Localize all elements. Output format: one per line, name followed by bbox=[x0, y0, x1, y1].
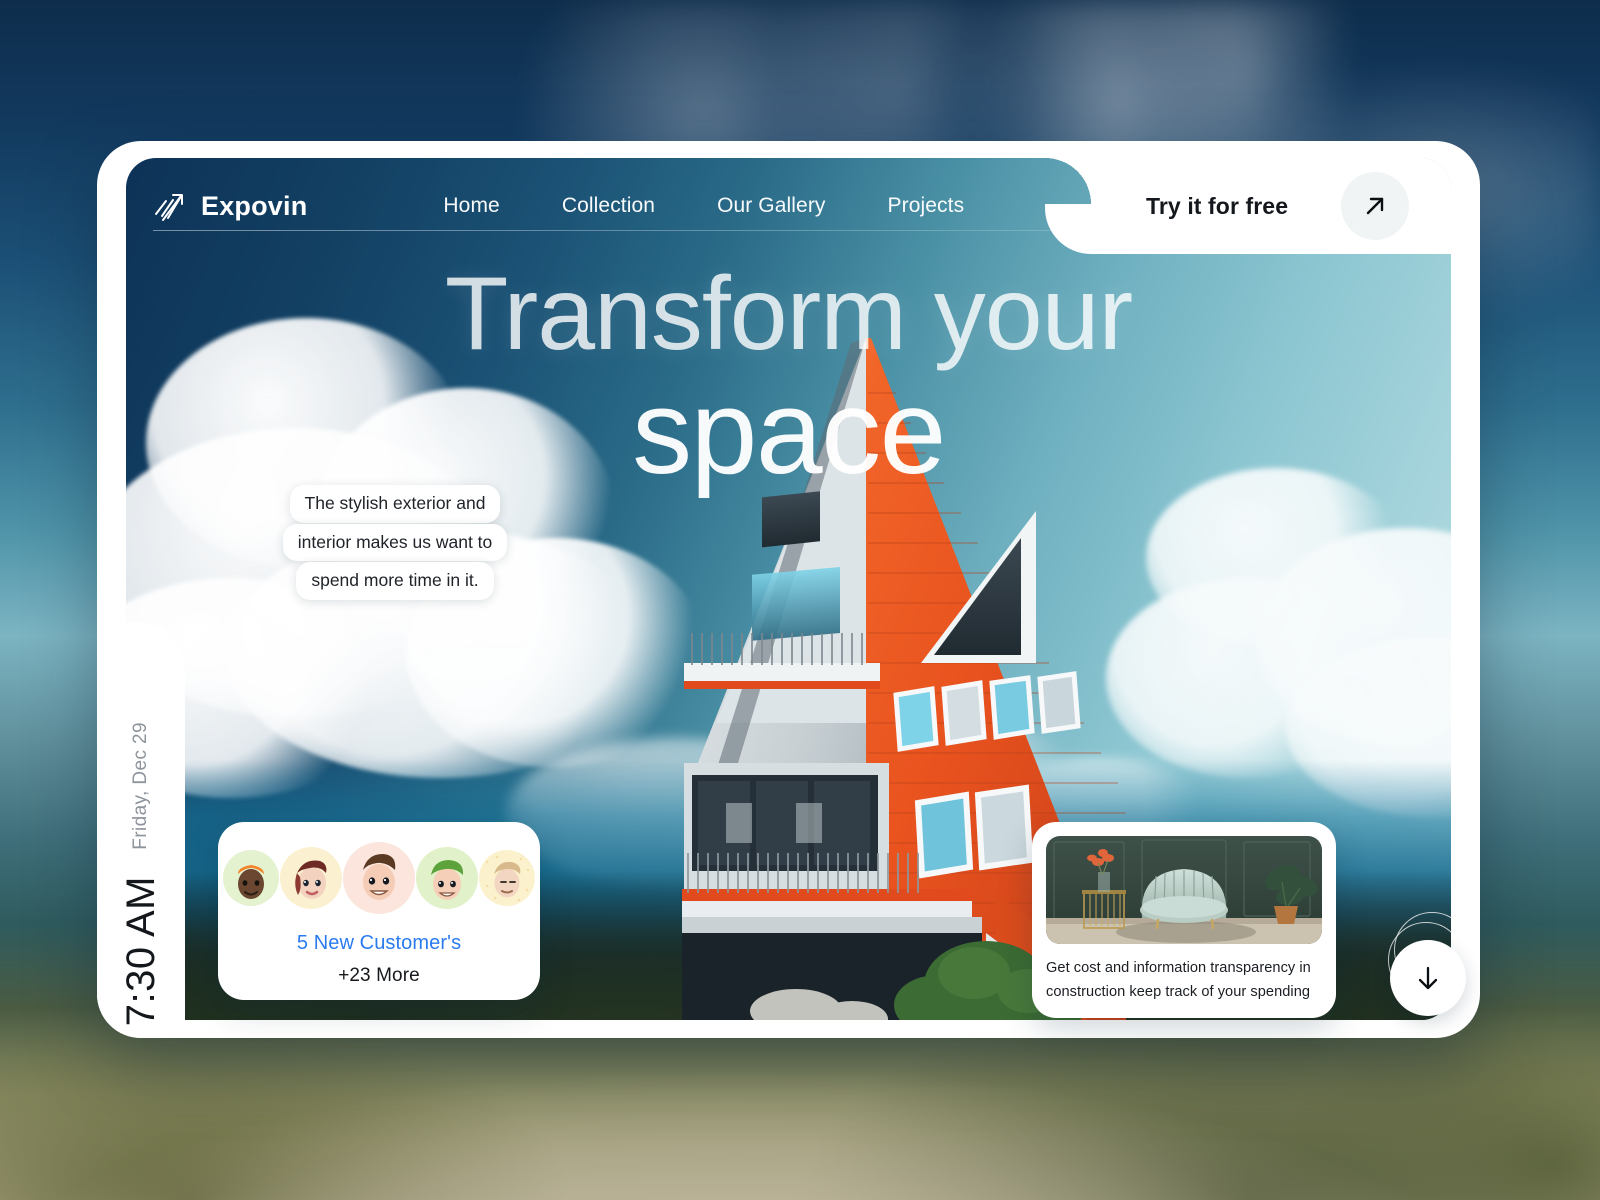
avatar-4[interactable] bbox=[416, 847, 478, 909]
sidebar-date: Friday, Dec 29 bbox=[130, 721, 151, 850]
cost-transparency-card[interactable]: Get cost and information transparency in… bbox=[1032, 822, 1336, 1018]
cta-notch-upper bbox=[1045, 158, 1091, 204]
avatar-2[interactable] bbox=[280, 847, 342, 909]
clock-sidebar: Friday, Dec 29 7:30 AM bbox=[97, 622, 185, 1038]
arrow-down-icon bbox=[1418, 966, 1438, 990]
nav-link-home[interactable]: Home bbox=[443, 194, 499, 218]
sidebar-notch bbox=[185, 622, 231, 668]
cta-notch-lower bbox=[1045, 204, 1091, 254]
brand-name: Expovin bbox=[201, 190, 308, 221]
new-customers-card[interactable]: 5 New Customer's +23 More bbox=[218, 822, 540, 1000]
quote-line-1: The stylish exterior and bbox=[289, 485, 501, 523]
nav-divider bbox=[153, 230, 1425, 231]
testimonial-bubble: The stylish exterior and interior makes … bbox=[250, 485, 540, 601]
interior-armchair-photo bbox=[1046, 836, 1322, 944]
rising-arrow-icon bbox=[153, 190, 187, 222]
try-free-label: Try it for free bbox=[1146, 192, 1289, 219]
sidebar-time: 7:30 AM bbox=[118, 875, 163, 1026]
nav-links: Home Collection Our Gallery Projects bbox=[443, 194, 964, 218]
arrow-up-right-icon bbox=[1366, 197, 1384, 215]
quote-line-3: spend more time in it. bbox=[296, 562, 494, 600]
avatar-3[interactable] bbox=[343, 842, 415, 914]
quote-line-2: interior makes us want to bbox=[282, 523, 508, 562]
nav-link-our-gallery[interactable]: Our Gallery bbox=[717, 194, 825, 218]
nav-link-projects[interactable]: Projects bbox=[888, 194, 965, 218]
avatar-1[interactable] bbox=[223, 850, 279, 906]
top-navigation-bar: Expovin Home Collection Our Gallery Proj… bbox=[126, 158, 1451, 254]
new-customers-more: +23 More bbox=[338, 965, 420, 986]
scroll-down-button[interactable] bbox=[1390, 940, 1466, 1016]
avatar-group bbox=[223, 842, 535, 914]
scroll-down-control bbox=[1382, 912, 1482, 1024]
new-customers-title: 5 New Customer's bbox=[296, 932, 462, 954]
try-free-cta[interactable]: Try it for free bbox=[1091, 158, 1451, 254]
brand-logo[interactable]: Expovin bbox=[153, 190, 307, 222]
cost-transparency-text: Get cost and information transparency in… bbox=[1046, 960, 1311, 1000]
nav-link-collection[interactable]: Collection bbox=[562, 194, 655, 218]
avatar-5[interactable] bbox=[479, 850, 535, 906]
